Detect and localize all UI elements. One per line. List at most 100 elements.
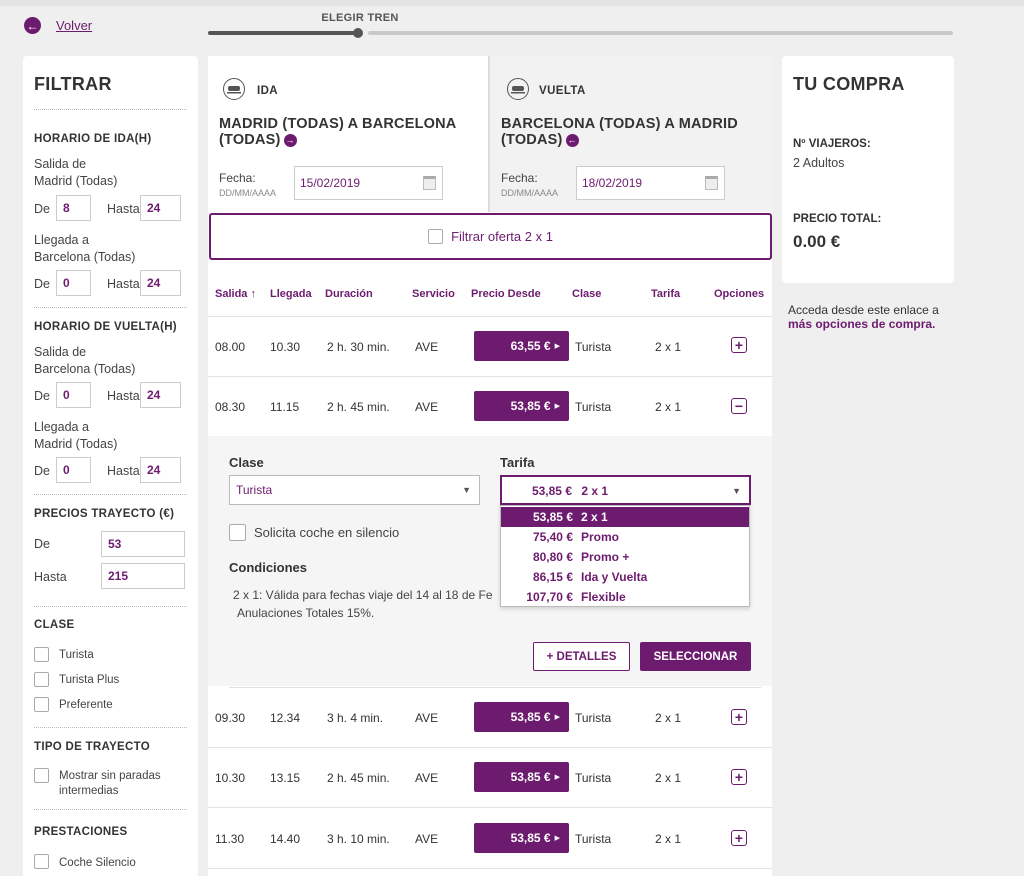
clase-select[interactable]: Turista ▼ [229, 475, 480, 505]
cell-tarifa: 2 x 1 [655, 711, 682, 725]
cell-servicio: AVE [415, 832, 439, 846]
ida-route-line1: MADRID (TODAS) A BARCELONA [219, 116, 457, 132]
de-label: De [34, 464, 50, 478]
class-option-label: Preferente [59, 699, 113, 711]
tarifa-option[interactable]: 53,85 € 2 x 1 [501, 507, 749, 527]
vuelta-llegada-from-input[interactable]: 0 [56, 457, 91, 483]
col-duracion-header[interactable]: Duración [325, 288, 373, 300]
silence-coach-checkbox[interactable] [229, 524, 246, 541]
filter-sidebar: FILTRAR HORARIO DE IDA(H) Salida de Madr… [23, 56, 198, 876]
details-button[interactable]: + DETALLES [533, 642, 630, 671]
cell-duracion: 3 h. 10 min. [327, 832, 390, 846]
divider [34, 307, 187, 308]
price-button[interactable]: 53,85 € ▶ [474, 823, 569, 853]
ida-route-line2: (TODAS) [219, 132, 281, 148]
col-llegada-header[interactable]: Llegada [270, 288, 312, 300]
vuelta-date-input[interactable]: 18/02/2019 [576, 166, 725, 200]
quiet-coach-checkbox[interactable] [34, 854, 49, 869]
details-tarifa-label: Tarifa [500, 455, 535, 470]
option-price: 75,40 € [532, 530, 573, 544]
conditions-line2: Anulaciones Totales 15%. [237, 606, 375, 620]
class-turista-checkbox[interactable] [34, 647, 49, 662]
calendar-icon[interactable] [705, 176, 718, 190]
ida-llegada-to-input[interactable]: 24 [140, 270, 181, 296]
back-link-label[interactable]: Volver [56, 18, 92, 33]
class-preferente-checkbox[interactable] [34, 697, 49, 712]
more-options-link[interactable]: más opciones de compra. [788, 317, 935, 331]
tarifa-option[interactable]: 80,80 € Promo + [501, 547, 749, 567]
option-name: Ida y Vuelta [581, 570, 648, 584]
cell-salida: 10.30 [215, 771, 246, 785]
price-to-input[interactable]: 215 [101, 563, 185, 589]
vuelta-salida-to-input[interactable]: 24 [140, 382, 181, 408]
col-tarifa-header[interactable]: Tarifa [651, 288, 680, 300]
collapse-minus-icon[interactable]: − [731, 398, 747, 414]
row-divider [229, 687, 761, 688]
price-button[interactable]: 63,55 € ▶ [474, 331, 569, 361]
price-value: 53,85 € [510, 770, 551, 784]
expand-plus-icon[interactable]: + [731, 709, 747, 725]
vuelta-llegada-to-input[interactable]: 24 [140, 457, 181, 483]
cell-clase: Turista [575, 832, 612, 846]
tarifa-dropdown-list: 53,85 € 2 x 1 75,40 € Promo 80,80 € Promo +… [500, 505, 750, 607]
filter-offer-checkbox[interactable] [428, 229, 444, 244]
expand-plus-icon[interactable]: + [731, 337, 747, 353]
tab-vuelta-label[interactable]: VUELTA [539, 85, 586, 97]
calendar-icon[interactable] [423, 176, 436, 190]
arrow-left-icon: ← [565, 133, 579, 147]
col-clase-header[interactable]: Clase [572, 288, 601, 300]
price-button[interactable]: 53,85 € ▶ [474, 391, 569, 421]
price-from-input[interactable]: 53 [101, 531, 185, 557]
cell-llegada: 13.15 [270, 771, 301, 785]
caret-down-icon: ▼ [462, 485, 471, 495]
details-clase-label: Clase [229, 455, 264, 470]
class-heading: CLASE [34, 619, 75, 631]
col-servicio-header[interactable]: Servicio [412, 288, 455, 300]
price-button[interactable]: 53,85 € ▶ [474, 762, 569, 792]
arrow-right-icon: → [283, 133, 297, 147]
col-precio-header[interactable]: Precio Desde [471, 288, 541, 300]
divider [34, 727, 187, 728]
caret-right-icon: ▶ [554, 835, 560, 842]
class-option-label: Turista [59, 649, 94, 661]
row-divider [208, 316, 772, 317]
travelers-label: Nº VIAJEROS: [793, 138, 871, 150]
tab-divider [488, 56, 490, 212]
price-button[interactable]: 53,85 € ▶ [474, 702, 569, 732]
tarifa-option[interactable]: 75,40 € Promo [501, 527, 749, 547]
hasta-label: Hasta [107, 202, 140, 216]
select-button[interactable]: SELECCIONAR [640, 642, 751, 671]
total-price-label: PRECIO TOTAL: [793, 213, 882, 225]
filter-offer-toggle[interactable]: Filtrar oferta 2 x 1 [209, 213, 772, 260]
tarifa-option[interactable]: 107,70 € Flexible [501, 587, 749, 607]
conditions-heading: Condiciones [229, 560, 308, 575]
class-option-label: Turista Plus [59, 674, 120, 686]
ida-salida-from-input[interactable]: 8 [56, 195, 91, 221]
ida-salida-to-input[interactable]: 24 [140, 195, 181, 221]
ida-llegada-from-input[interactable]: 0 [56, 270, 91, 296]
amenities-heading: PRESTACIONES [34, 826, 128, 838]
option-name: Promo [581, 530, 620, 544]
col-salida-header[interactable]: Salida ↑ [215, 288, 256, 300]
travelers-value: 2 Adultos [793, 156, 845, 170]
expand-plus-icon[interactable]: + [731, 830, 747, 846]
train-icon [507, 78, 529, 100]
tarifa-option[interactable]: 86,15 € Ida y Vuelta [501, 567, 749, 587]
expand-plus-icon[interactable]: + [731, 769, 747, 785]
no-stops-checkbox[interactable] [34, 768, 49, 783]
price-value: 53,85 € [510, 710, 551, 724]
vuelta-llegada-label: Llegada a Madrid (Todas) [34, 420, 118, 451]
cell-tarifa: 2 x 1 [655, 832, 682, 846]
silence-coach-label: Solicita coche en silencio [254, 525, 400, 540]
tab-ida-label[interactable]: IDA [257, 85, 278, 97]
tarifa-select[interactable]: 53,85 € 2 x 1 ▼ [500, 475, 751, 505]
ida-date-input[interactable]: 15/02/2019 [294, 166, 443, 200]
top-strip [0, 0, 1024, 6]
trip-type-heading: TIPO DE TRAYECTO [34, 741, 150, 753]
vuelta-salida-from-input[interactable]: 0 [56, 382, 91, 408]
progress-step-label: ELEGIR TREN [321, 12, 399, 24]
cell-servicio: AVE [415, 400, 439, 414]
caret-right-icon: ▶ [554, 774, 560, 781]
back-button[interactable]: ← Volver [24, 17, 92, 34]
class-turista-plus-checkbox[interactable] [34, 672, 49, 687]
